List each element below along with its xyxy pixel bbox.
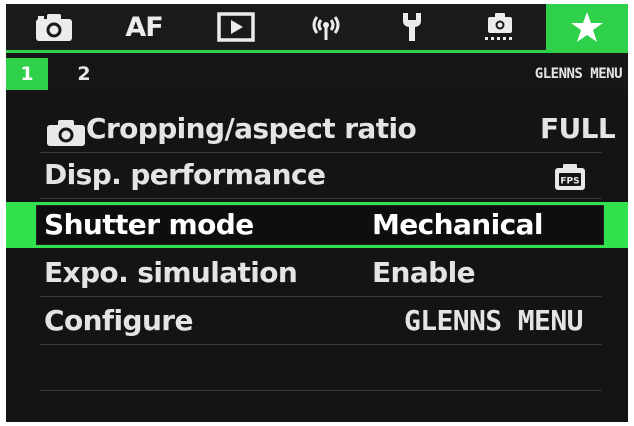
menu-item-label: Disp. performance xyxy=(44,158,326,191)
menu-name: GLENNS MENU xyxy=(534,66,623,82)
custom-function-icon xyxy=(481,11,519,43)
tab-setup[interactable] xyxy=(384,4,440,50)
tab-wireless[interactable] xyxy=(298,4,354,50)
tab-my-menu[interactable] xyxy=(546,4,628,50)
tab-playback[interactable] xyxy=(208,4,264,50)
fps-icon: FPS xyxy=(554,163,586,195)
divider xyxy=(40,390,602,391)
tab-af-label: AF xyxy=(125,11,163,43)
page-tab-1[interactable]: 1 xyxy=(6,58,48,90)
menu-item-label: Expo. simulation xyxy=(44,256,298,289)
page-tab-2-label: 2 xyxy=(77,63,91,85)
menu-item-value: GLENNS MENU xyxy=(404,304,583,337)
wrench-icon xyxy=(397,11,427,43)
camera-icon xyxy=(46,119,86,151)
tab-af[interactable]: AF xyxy=(116,4,172,50)
menu-item-shutter-mode[interactable]: Shutter mode Mechanical xyxy=(6,202,628,248)
page-tab-1-label: 1 xyxy=(20,63,34,85)
wireless-icon xyxy=(308,12,344,42)
menu-item-value: FULL xyxy=(540,112,616,145)
menu-item-value: Enable xyxy=(372,256,476,289)
tab-custom[interactable] xyxy=(472,4,528,50)
menu-item-disp-performance[interactable]: Disp. performance FPS xyxy=(40,154,602,199)
play-icon xyxy=(217,12,255,42)
camera-menu-screen: AF 1 2 GLENNS MENU Cropping/aspect ratio… xyxy=(6,4,628,422)
camera-icon xyxy=(35,12,73,42)
menu-item-label: Cropping/aspect ratio xyxy=(86,112,417,145)
menu-item-configure[interactable]: Configure GLENNS MENU xyxy=(40,300,602,345)
svg-text:FPS: FPS xyxy=(560,177,579,187)
menu-item-value: Mechanical xyxy=(372,208,544,241)
menu-tab-bar: AF xyxy=(6,4,628,53)
tab-shooting[interactable] xyxy=(26,4,82,50)
menu-item-cropping[interactable]: Cropping/aspect ratio FULL xyxy=(40,108,616,153)
menu-page-row: 1 2 GLENNS MENU xyxy=(6,53,628,93)
menu-item-label: Shutter mode xyxy=(44,208,254,241)
star-icon xyxy=(570,11,604,43)
menu-item-expo-simulation[interactable]: Expo. simulation Enable xyxy=(40,252,602,297)
page-tab-2[interactable]: 2 xyxy=(68,58,100,90)
menu-item-label: Configure xyxy=(44,304,193,337)
